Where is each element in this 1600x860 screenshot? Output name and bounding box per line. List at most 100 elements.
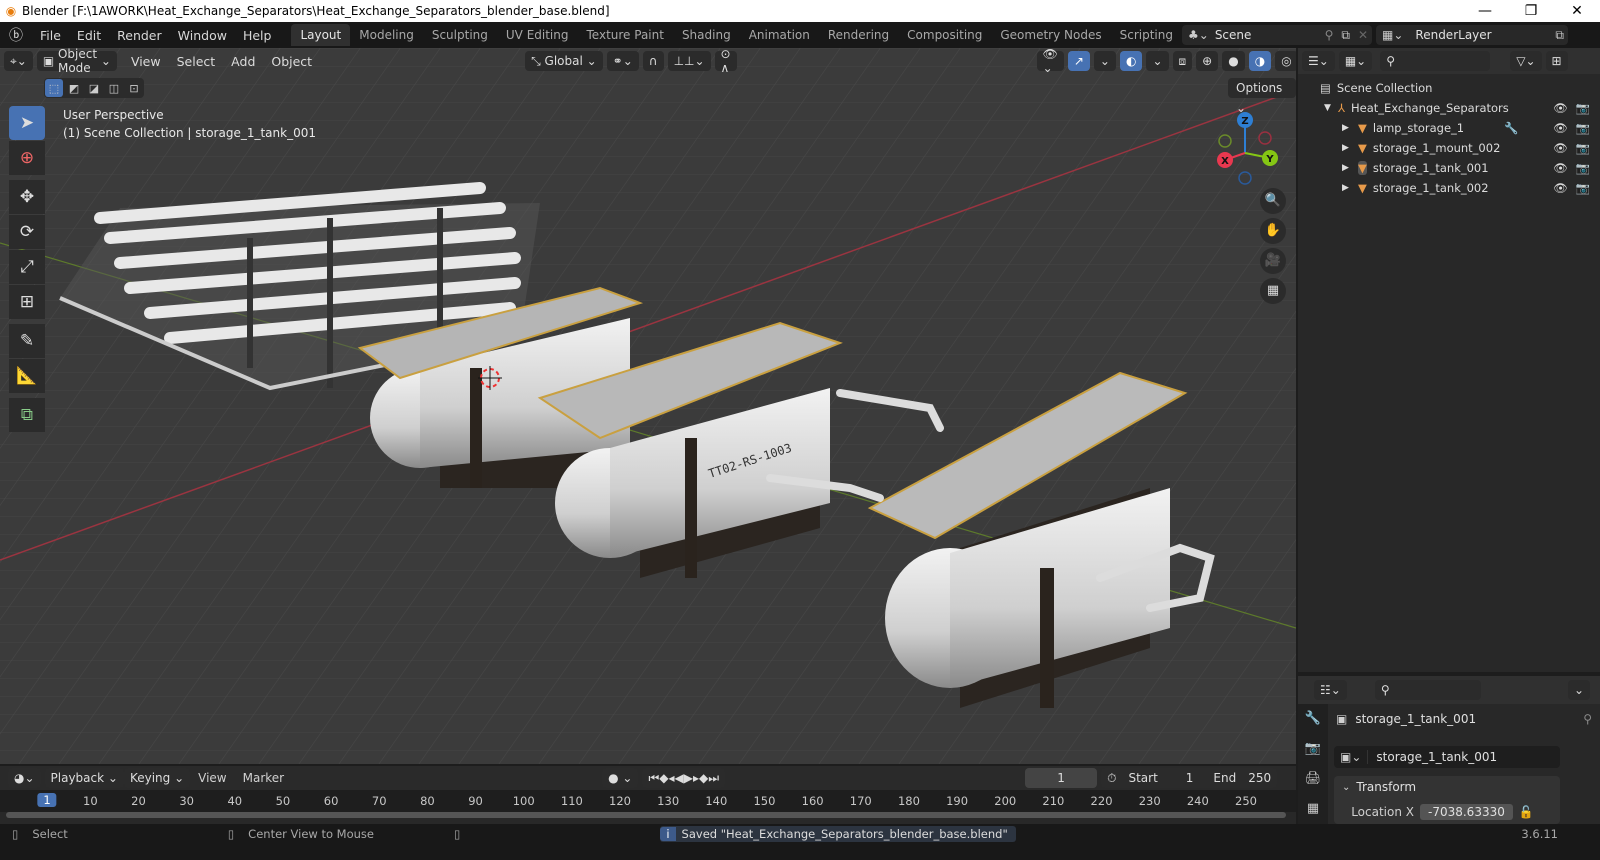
stopwatch-icon[interactable]: ⏱ xyxy=(1107,771,1116,786)
play-icon[interactable]: ▶ xyxy=(684,771,693,785)
tab-modeling[interactable]: Modeling xyxy=(350,24,423,46)
editor-type-button[interactable]: ⌖⌄ xyxy=(4,51,33,71)
outliner-editor-type[interactable]: ☰⌄ xyxy=(1302,51,1335,71)
snap-toggle[interactable]: ∩ xyxy=(642,51,664,71)
current-frame-field[interactable]: 1 xyxy=(1025,768,1098,788)
location-x-field[interactable]: -7038.63330 xyxy=(1420,804,1513,820)
camera-icon[interactable]: 📷 xyxy=(1576,101,1590,115)
outliner-item[interactable]: ▶ ▼ storage_1_tank_002 👁 📷 xyxy=(1298,178,1600,198)
mode-selector[interactable]: ▣ Object Mode ⌄ xyxy=(36,48,117,75)
view-layer-selector[interactable]: ▦⌄ RenderLayer ⧉ xyxy=(1376,25,1568,45)
keying-menu[interactable]: Keying ⌄ xyxy=(123,768,191,788)
outliner-item-active[interactable]: ▶ ▼ storage_1_tank_001 👁 📷 xyxy=(1298,158,1600,178)
gizmo-neg-x[interactable] xyxy=(1258,131,1272,145)
current-frame-marker[interactable]: 1 xyxy=(37,793,57,807)
gizmo-neg-y[interactable] xyxy=(1218,134,1232,148)
expand-arrow-icon[interactable]: ▶ xyxy=(1342,123,1358,133)
gizmo-dropdown[interactable]: ⌄ xyxy=(1093,51,1116,71)
tab-animation[interactable]: Animation xyxy=(740,24,819,46)
expand-arrow-icon[interactable]: ▶ xyxy=(1342,183,1358,193)
tab-scripting[interactable]: Scripting xyxy=(1111,24,1182,46)
transform-panel-header[interactable]: ⌄ Transform xyxy=(1334,776,1560,798)
navigation-gizmo[interactable]: Z X Y xyxy=(1205,108,1285,188)
eye-icon[interactable]: 👁 xyxy=(1553,121,1568,135)
select-subtract-icon[interactable]: ◪ xyxy=(85,79,103,97)
eye-icon[interactable]: 👁 xyxy=(1553,161,1568,175)
tab-sculpting[interactable]: Sculpting xyxy=(423,24,497,46)
overlays-toggle[interactable]: ◐ xyxy=(1119,51,1143,71)
tab-compositing[interactable]: Compositing xyxy=(898,24,991,46)
collapse-arrow-icon[interactable]: ▼ xyxy=(1324,103,1338,113)
3d-viewport[interactable]: TT02-RS-1003 ⌖⌄ ▣ Object Mode ⌄ View Sel… xyxy=(0,48,1296,764)
timeline-menu-view[interactable]: View xyxy=(190,771,234,785)
modifier-wrench-icon[interactable]: 🔧 xyxy=(1504,121,1518,135)
jump-start-icon[interactable]: ⏮ xyxy=(648,771,659,786)
ortho-grid-icon[interactable]: ▦ xyxy=(1260,278,1286,304)
properties-editor-type[interactable]: ☷⌄ xyxy=(1314,680,1347,700)
expand-arrow-icon[interactable]: ▶ xyxy=(1342,143,1358,153)
view-layer-tab-icon[interactable]: ▦ xyxy=(1307,794,1319,824)
proportional-edit-toggle[interactable]: ⊙ ∧ xyxy=(714,48,737,75)
camera-icon[interactable]: 📷 xyxy=(1576,181,1590,195)
viewport-menu-select[interactable]: Select xyxy=(169,54,224,69)
jump-end-icon[interactable]: ⏭ xyxy=(708,771,719,786)
output-tab-icon[interactable]: 🖨 xyxy=(1305,764,1322,794)
tab-geometry-nodes[interactable]: Geometry Nodes xyxy=(991,24,1110,46)
gizmo-toggle[interactable]: ↗ xyxy=(1067,51,1090,71)
properties-search-input[interactable]: ⚲ xyxy=(1374,680,1481,700)
viewport-menu-object[interactable]: Object xyxy=(263,54,320,69)
play-reverse-icon[interactable]: ◀ xyxy=(675,771,684,785)
options-dropdown[interactable]: Options ⌄ xyxy=(1228,78,1296,115)
tab-layout[interactable]: Layout xyxy=(291,24,351,46)
tab-texture-paint[interactable]: Texture Paint xyxy=(578,24,673,46)
viewport-menu-view[interactable]: View xyxy=(123,54,169,69)
select-intersect-icon[interactable]: ⊡ xyxy=(125,79,143,97)
outliner-item[interactable]: ▶ ▼ storage_1_mount_002 👁 📷 xyxy=(1298,138,1600,158)
shading-material[interactable]: ◑ xyxy=(1248,51,1272,71)
scene-name[interactable]: Scene xyxy=(1215,28,1321,42)
menu-file[interactable]: File xyxy=(32,28,69,43)
start-frame-field[interactable]: 1 xyxy=(1186,771,1194,785)
camera-view-icon[interactable]: 🎥 xyxy=(1260,248,1286,274)
shading-wireframe[interactable]: ⊕ xyxy=(1196,51,1219,71)
timeline-editor-type[interactable]: ◕⌄ xyxy=(8,768,41,788)
gizmo-neg-z[interactable] xyxy=(1238,171,1252,185)
pin-icon[interactable]: ⚲ xyxy=(1583,712,1592,726)
end-frame-field[interactable]: 250 xyxy=(1248,771,1271,785)
lock-icon[interactable]: 🔓 xyxy=(1519,805,1534,819)
scene-selector[interactable]: ♣⌄ Scene ⚲ ⧉ ✕ xyxy=(1182,25,1372,45)
annotate-tool[interactable]: ✎ xyxy=(9,324,45,358)
measure-tool[interactable]: 📐 xyxy=(9,359,45,393)
new-scene-icon[interactable]: ⧉ xyxy=(1337,28,1354,43)
select-new-icon[interactable]: ⬚ xyxy=(45,79,63,97)
menu-window[interactable]: Window xyxy=(170,28,235,43)
camera-icon[interactable]: 📷 xyxy=(1576,121,1590,135)
tab-rendering[interactable]: Rendering xyxy=(819,24,898,46)
outliner-item[interactable]: ▶ ▼ lamp_storage_1 🔧 👁 📷 xyxy=(1298,118,1600,138)
view-layer-name[interactable]: RenderLayer xyxy=(1409,28,1551,42)
properties-options-dropdown[interactable]: ⌄ xyxy=(1567,680,1590,700)
outliner-collection-row[interactable]: ▼ ⅄ Heat_Exchange_Separators 👁 📷 xyxy=(1298,98,1600,118)
shading-rendered[interactable]: ◎ xyxy=(1275,51,1296,71)
outliner-scene-collection[interactable]: ▤ Scene Collection xyxy=(1298,78,1600,98)
outliner-search-input[interactable]: ⚲ xyxy=(1380,51,1491,71)
add-cube-tool[interactable]: ⧉ xyxy=(9,398,45,432)
transform-tool[interactable]: ⊞ xyxy=(9,285,45,319)
move-tool[interactable]: ✥ xyxy=(9,180,45,214)
auto-keying-toggle[interactable]: ● ⌄ xyxy=(602,768,639,788)
snap-target-selector[interactable]: ⊥⊥⌄ xyxy=(667,51,711,71)
expand-arrow-icon[interactable]: ▶ xyxy=(1342,163,1358,173)
zoom-icon[interactable]: 🔍 xyxy=(1260,188,1286,214)
select-box-tool[interactable]: ➤ xyxy=(9,106,45,140)
menu-render[interactable]: Render xyxy=(109,28,170,43)
object-datablock-field[interactable]: ▣⌄ storage_1_tank_001 xyxy=(1334,746,1560,768)
overlays-dropdown[interactable]: ⌄ xyxy=(1146,51,1169,71)
menu-help[interactable]: Help xyxy=(235,28,280,43)
pan-hand-icon[interactable]: ✋ xyxy=(1260,218,1286,244)
next-keyframe-icon[interactable]: ▸◆ xyxy=(693,771,708,785)
eye-icon[interactable]: 👁 xyxy=(1553,141,1568,155)
object-type-icon[interactable]: ▣⌄ xyxy=(1334,750,1369,764)
restore-button[interactable]: ❐ xyxy=(1508,0,1554,22)
display-mode-selector[interactable]: ▦⌄ xyxy=(1338,51,1373,71)
new-view-layer-icon[interactable]: ⧉ xyxy=(1551,28,1568,43)
